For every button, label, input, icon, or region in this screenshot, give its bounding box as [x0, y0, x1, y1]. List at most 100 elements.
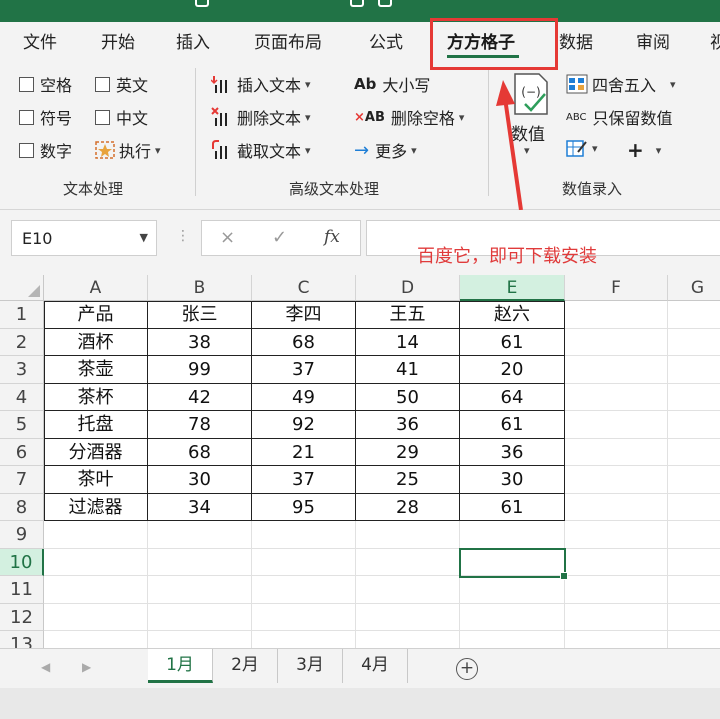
quick-access-icon[interactable]: [350, 0, 364, 7]
extract-text-button[interactable]: 截取文本 ▾: [211, 138, 311, 162]
grid-cell[interactable]: 99: [148, 356, 252, 384]
grid-cell[interactable]: [356, 576, 460, 604]
row-header[interactable]: 11: [0, 576, 44, 604]
grid-cell[interactable]: 92: [252, 411, 356, 439]
grid-cell[interactable]: 25: [356, 466, 460, 494]
grid-cell[interactable]: 张三: [148, 301, 252, 329]
grid-cell[interactable]: 产品: [44, 301, 148, 329]
grid-cell[interactable]: [565, 603, 668, 631]
checkbox-chinese[interactable]: 中文: [95, 105, 148, 129]
grid-cell[interactable]: [565, 383, 668, 411]
grid-cell[interactable]: [668, 384, 720, 411]
row-header[interactable]: 4: [0, 383, 44, 411]
grid-cell[interactable]: 36: [460, 438, 565, 466]
case-button[interactable]: Ab 大小写: [354, 72, 430, 96]
grid-cell[interactable]: [565, 521, 668, 549]
grid-cell[interactable]: [668, 521, 720, 549]
row-header[interactable]: 8: [0, 493, 44, 521]
grid-cell[interactable]: 50: [356, 383, 460, 411]
checkbox-icon[interactable]: [19, 76, 34, 92]
column-header[interactable]: E: [460, 275, 565, 301]
numeric-button[interactable]: (−) 数值 ▾: [505, 72, 555, 164]
grid-cell[interactable]: [356, 521, 460, 549]
grid-cell[interactable]: [148, 521, 252, 549]
select-all-corner[interactable]: [0, 275, 44, 301]
grid-cell[interactable]: 61: [460, 411, 565, 439]
checkbox-icon[interactable]: [19, 142, 34, 158]
grid-cell[interactable]: [356, 603, 460, 631]
delete-spaces-button[interactable]: ×AB 删除空格 ▾: [354, 105, 464, 129]
confirm-icon[interactable]: ✓: [272, 227, 287, 248]
sheet-tab-apr[interactable]: 4月: [343, 649, 408, 683]
add-button[interactable]: + ▾: [627, 138, 661, 162]
row-header[interactable]: 12: [0, 603, 44, 631]
grid-cell[interactable]: 68: [252, 328, 356, 356]
grid-cell[interactable]: 37: [252, 466, 356, 494]
scroll-left-icon[interactable]: ◀: [41, 660, 50, 674]
checkbox-icon[interactable]: [95, 76, 110, 92]
tab-data[interactable]: 数据: [559, 28, 593, 53]
grid-cell[interactable]: [148, 603, 252, 631]
grid-cell[interactable]: [668, 604, 720, 631]
grid-cell[interactable]: 34: [148, 493, 252, 521]
grid-cell[interactable]: 分酒器: [44, 438, 148, 466]
grid-cell[interactable]: [668, 411, 720, 439]
round-button[interactable]: 四舍五入 ▾: [566, 72, 676, 96]
grid-cell[interactable]: 28: [356, 493, 460, 521]
row-header[interactable]: 10: [0, 548, 44, 576]
grid-cell[interactable]: [460, 521, 565, 549]
grid-cell[interactable]: 过滤器: [44, 493, 148, 521]
grid-cell[interactable]: [565, 548, 668, 576]
grid-cell[interactable]: [668, 576, 720, 604]
grid-cell[interactable]: [44, 603, 148, 631]
grid-cell[interactable]: 78: [148, 411, 252, 439]
tab-home[interactable]: 开始: [101, 28, 135, 53]
grid-cell[interactable]: [668, 301, 720, 329]
grid-cell[interactable]: [252, 521, 356, 549]
grid-cell[interactable]: 29: [356, 438, 460, 466]
grid-cell[interactable]: [44, 631, 148, 648]
tab-file[interactable]: 文件: [23, 28, 57, 53]
grid-cell[interactable]: 托盘: [44, 411, 148, 439]
grid-cell[interactable]: 61: [460, 493, 565, 521]
grid-cell[interactable]: 王五: [356, 301, 460, 329]
grid-cell[interactable]: [565, 356, 668, 384]
grid-cell[interactable]: 李四: [252, 301, 356, 329]
save-icon[interactable]: [195, 0, 209, 7]
grid-cell[interactable]: 20: [460, 356, 565, 384]
grid-cell[interactable]: 赵六: [460, 301, 565, 329]
execute-button[interactable]: 执行 ▾: [95, 138, 161, 162]
tab-review[interactable]: 审阅: [636, 28, 670, 53]
grid-cell[interactable]: [44, 576, 148, 604]
grid-cell[interactable]: [565, 328, 668, 356]
row-header[interactable]: 13: [0, 631, 44, 648]
column-header[interactable]: G: [668, 275, 720, 301]
grid-cell[interactable]: 14: [356, 328, 460, 356]
grid-cell[interactable]: [148, 631, 252, 648]
grid-cell[interactable]: 茶杯: [44, 383, 148, 411]
tab-formulas[interactable]: 公式: [369, 28, 403, 53]
column-header[interactable]: C: [252, 275, 356, 301]
row-header[interactable]: 3: [0, 356, 44, 384]
grid-cell[interactable]: 38: [148, 328, 252, 356]
grid-cell[interactable]: 茶叶: [44, 466, 148, 494]
grid-cell[interactable]: [252, 603, 356, 631]
grid-cell[interactable]: [668, 439, 720, 466]
cancel-icon[interactable]: ×: [220, 227, 235, 248]
grid-cell[interactable]: [565, 576, 668, 604]
grid-cell[interactable]: [565, 438, 668, 466]
tab-view[interactable]: 视: [710, 28, 720, 53]
sheet-tab-mar[interactable]: 3月: [278, 649, 343, 683]
grid-cell[interactable]: [668, 631, 720, 648]
insert-function-icon[interactable]: fx: [324, 227, 340, 247]
quick-access-icon[interactable]: [378, 0, 392, 7]
scroll-right-icon[interactable]: ▶: [82, 660, 91, 674]
grid-cell[interactable]: [668, 466, 720, 494]
checkbox-symbol[interactable]: 符号: [19, 105, 72, 129]
chevron-down-icon[interactable]: ▼: [140, 231, 148, 244]
grid-cell[interactable]: [460, 603, 565, 631]
grid-cell[interactable]: [668, 494, 720, 521]
checkbox-number[interactable]: 数字: [19, 138, 72, 162]
grid-cell[interactable]: [565, 466, 668, 494]
sheet-tab-jan[interactable]: 1月: [148, 649, 213, 683]
